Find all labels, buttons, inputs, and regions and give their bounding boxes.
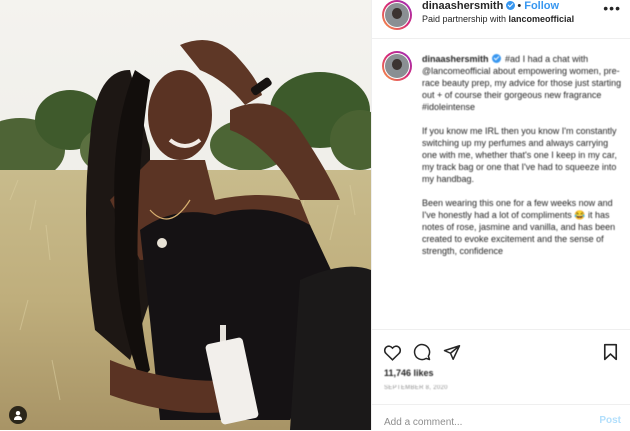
bookmark-icon[interactable] [600, 342, 620, 362]
verified-badge-icon [506, 0, 516, 10]
separator-dot: • [517, 0, 522, 12]
post-photo[interactable] [0, 0, 371, 430]
author-username[interactable]: dinaashersmith [422, 0, 503, 12]
partnership-prefix: Paid partnership with [422, 14, 509, 24]
caption-paragraph-2: If you know me IRL then you know I'm con… [422, 126, 617, 184]
caption-paragraph-1: dinaashersmith #ad I had a chat with @la… [422, 53, 622, 113]
share-icon[interactable] [442, 342, 462, 362]
post-header: dinaashersmith • Follow Paid partnership … [372, 0, 630, 39]
more-options-icon[interactable]: ••• [603, 1, 621, 15]
comment-bar: Post [372, 404, 630, 431]
heart-icon[interactable] [382, 342, 402, 362]
photo-image [0, 0, 371, 430]
likes-count[interactable]: 11,746 likes [384, 368, 434, 378]
follow-button[interactable]: Follow [524, 0, 559, 12]
caption-section: dinaashersmith #ad I had a chat with @la… [372, 39, 630, 329]
post-side-panel: dinaashersmith • Follow Paid partnership … [371, 0, 630, 430]
author-avatar[interactable] [382, 0, 412, 30]
caption-username[interactable]: dinaashersmith [422, 54, 489, 64]
post-comment-button[interactable]: Post [599, 415, 621, 426]
header-user-line: dinaashersmith • Follow [422, 0, 559, 12]
comment-input[interactable] [384, 415, 574, 429]
caption-text: dinaashersmith #ad I had a chat with @la… [422, 53, 622, 269]
tagged-user-icon[interactable] [9, 406, 27, 424]
comment-icon[interactable] [412, 342, 432, 362]
partner-link[interactable]: lancomeofficial [509, 14, 575, 24]
paid-partnership-line: Paid partnership with lancomeofficial [422, 14, 574, 24]
post-date: SEPTEMBER 8, 2020 [384, 385, 448, 391]
caption-paragraph-3: Been wearing this one for a few weeks no… [422, 198, 616, 256]
caption-verified-badge-icon [491, 54, 501, 64]
caption-avatar[interactable] [382, 51, 412, 81]
post-actions: 11,746 likes SEPTEMBER 8, 2020 [372, 329, 630, 404]
